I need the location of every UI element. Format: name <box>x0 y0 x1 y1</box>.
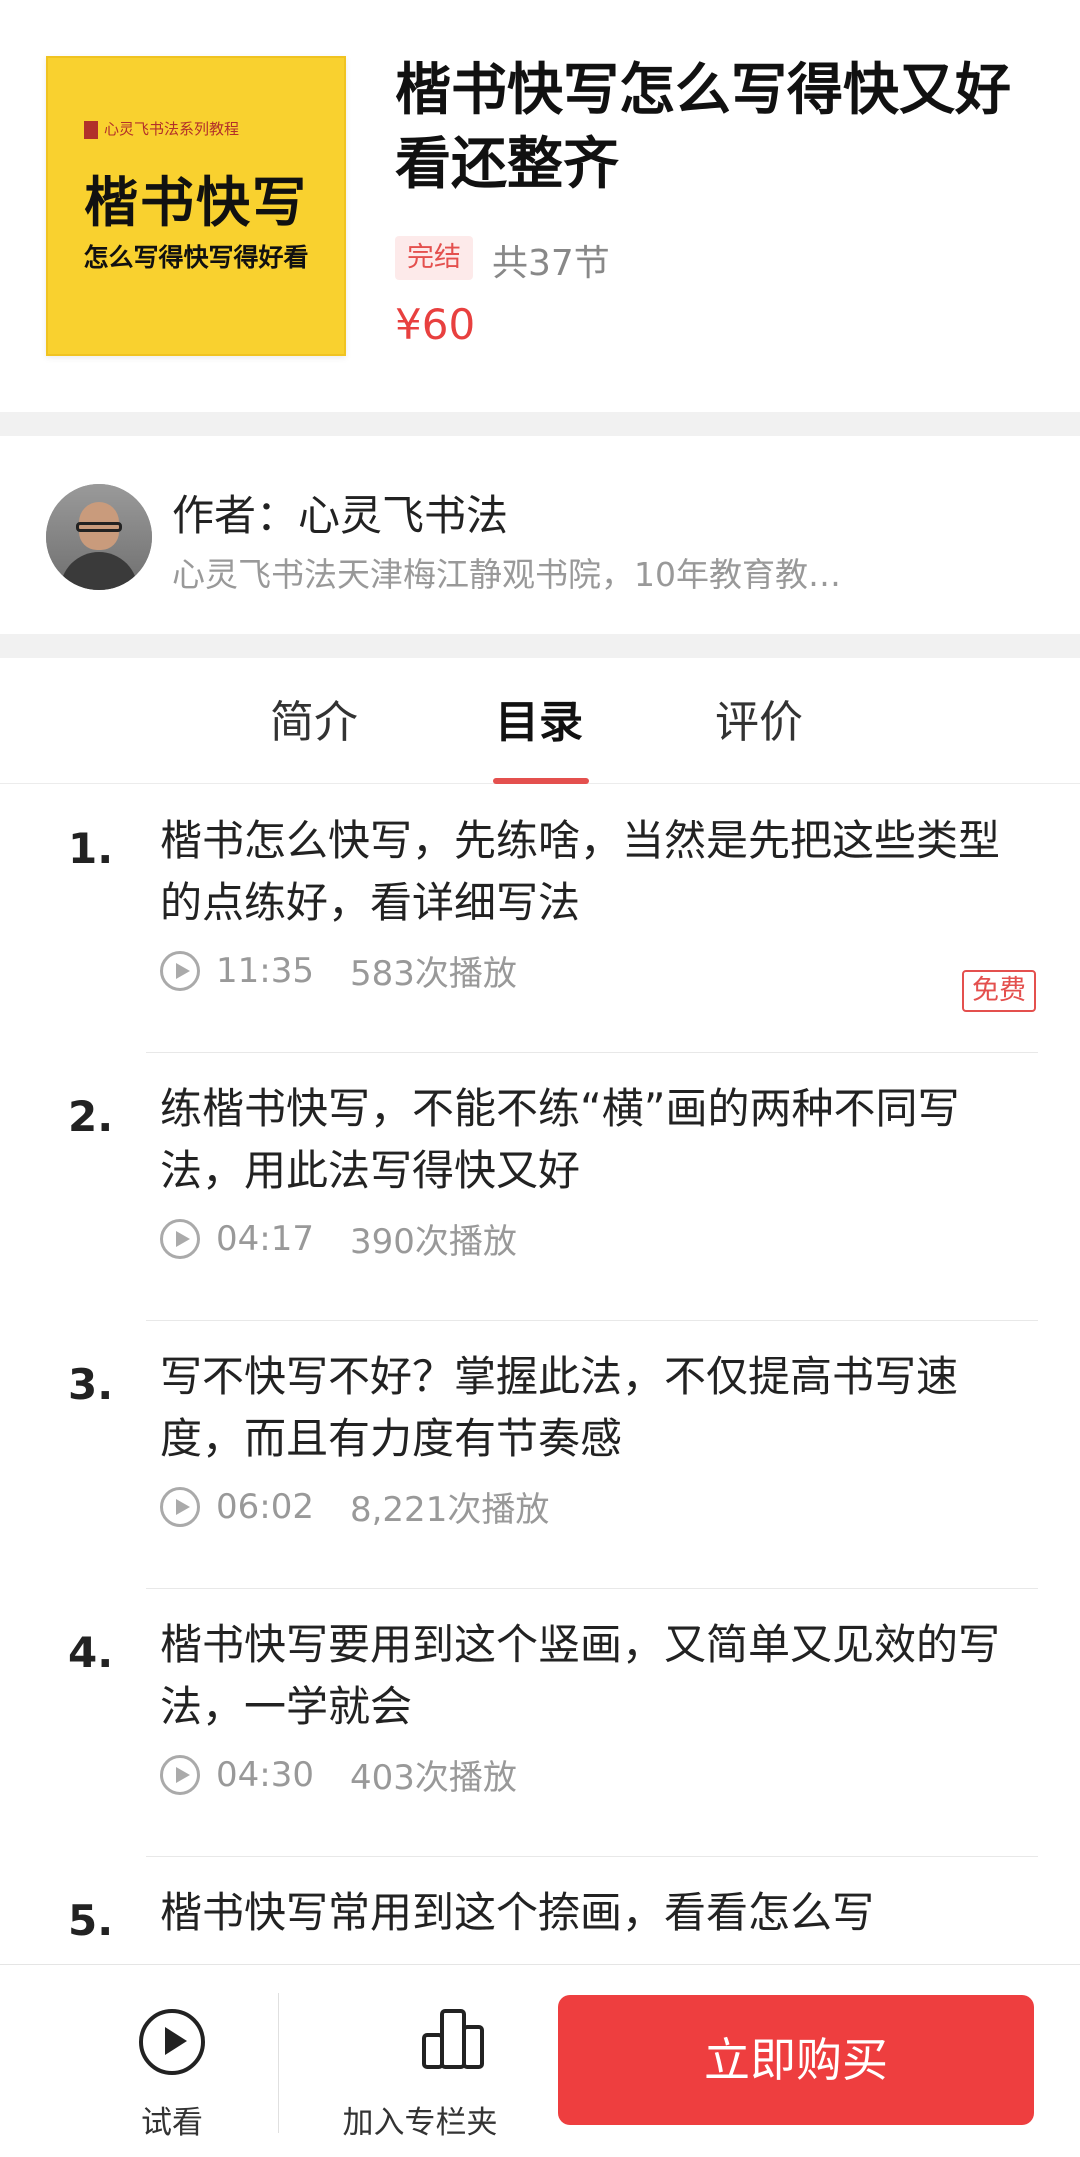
course-price: ¥60 <box>395 300 476 349</box>
status-badge: 完结 <box>395 236 473 280</box>
item-plays: 403次播放 <box>349 1758 517 1798</box>
item-number: 1. <box>68 824 114 873</box>
bottom-bar-divider <box>278 1993 279 2133</box>
play-circle-icon <box>160 950 200 991</box>
item-duration: 11:35 <box>216 950 314 991</box>
series-logo-icon <box>84 121 98 139</box>
try-watch-button[interactable]: 试看 <box>106 1965 238 2157</box>
section-divider <box>0 412 1080 436</box>
item-number: 3. <box>68 1360 114 1409</box>
play-circle-icon <box>160 1486 200 1527</box>
play-circle-icon <box>139 2009 205 2075</box>
item-meta: 11:35 583次播放 <box>160 946 517 994</box>
lesson-count: 共37节 <box>492 243 610 284</box>
item-number: 5. <box>68 1896 114 1945</box>
item-number: 4. <box>68 1628 114 1677</box>
item-duration: 06:02 <box>216 1486 314 1527</box>
cover-series: 心灵飞书法系列教程 <box>104 120 240 138</box>
tab-catalog[interactable]: 目录 <box>495 686 583 750</box>
item-meta: 06:02 8,221次播放 <box>160 1482 550 1530</box>
add-to-shelf-label: 加入专栏夹 <box>342 2105 498 2141</box>
free-badge: 免费 <box>962 970 1036 1012</box>
tab-intro[interactable]: 简介 <box>270 686 358 750</box>
section-divider <box>0 634 1080 658</box>
item-duration: 04:17 <box>216 1218 314 1259</box>
list-item[interactable]: 2. 练楷书快写，不能不练“横”画的两种不同写法，用此法写得快又好 04:17 3… <box>0 1052 1080 1320</box>
play-circle-icon <box>160 1754 200 1795</box>
list-item[interactable]: 1. 楷书怎么快写，先练啥，当然是先把这些类型的点练好，看详细写法 11:35 5… <box>0 784 1080 1052</box>
add-to-shelf-button[interactable]: 加入专栏夹 <box>310 1965 530 2157</box>
cover-subtitle: 怎么写得快写得好看 <box>83 243 309 272</box>
item-title: 楷书快写常用到这个捺画，看看怎么写 <box>160 1888 875 1937</box>
item-meta: 04:30 403次播放 <box>160 1750 517 1798</box>
item-title: 练楷书快写，不能不练“横”画的两种不同写法，用此法写得快又好 <box>160 1084 960 1195</box>
item-plays: 583次播放 <box>349 954 517 994</box>
author-card[interactable]: 作者：心灵飞书法 心灵飞书法天津梅江静观书院，10年教育教… <box>0 436 1080 634</box>
course-header: 心灵飞书法系列教程 楷书快写 怎么写得快写得好看 楷书快写怎么写得快又好看还整齐… <box>0 0 1080 412</box>
shelf-icon <box>422 2009 484 2069</box>
avatar[interactable] <box>46 484 152 590</box>
item-number: 2. <box>68 1092 114 1141</box>
item-plays: 390次播放 <box>349 1222 517 1262</box>
item-title: 楷书快写要用到这个竖画，又简单又见效的写法，一学就会 <box>160 1620 1001 1731</box>
item-duration: 04:30 <box>216 1754 314 1795</box>
item-meta: 04:17 390次播放 <box>160 1214 517 1262</box>
try-watch-label: 试看 <box>141 2105 203 2141</box>
list-item[interactable]: 4. 楷书快写要用到这个竖画，又简单又见效的写法，一学就会 04:30 403次播… <box>0 1588 1080 1856</box>
play-circle-icon <box>160 1218 200 1259</box>
buy-now-button[interactable]: 立即购买 <box>558 1995 1034 2125</box>
item-title: 写不快写不好？掌握此法，不仅提高书写速度，而且有力度有节奏感 <box>160 1352 959 1463</box>
tab-bar: 简介 目录 评价 <box>0 658 1080 784</box>
author-bio: 心灵飞书法天津梅江静观书院，10年教育教… <box>172 555 841 594</box>
tab-reviews[interactable]: 评价 <box>715 686 803 750</box>
course-title: 楷书快写怎么写得快又好看还整齐 <box>395 58 1011 197</box>
course-cover[interactable]: 心灵飞书法系列教程 楷书快写 怎么写得快写得好看 <box>46 56 346 356</box>
bottom-action-bar: 试看 加入专栏夹 立即购买 <box>0 1964 1080 2157</box>
list-item[interactable]: 5. 楷书快写常用到这个捺画，看看怎么写 <box>0 1856 1080 1964</box>
item-title: 楷书怎么快写，先练啥，当然是先把这些类型的点练好，看详细写法 <box>160 816 1001 927</box>
cover-big-title: 楷书快写 <box>84 171 308 234</box>
author-name: 作者：心灵飞书法 <box>172 491 509 540</box>
list-item[interactable]: 3. 写不快写不好？掌握此法，不仅提高书写速度，而且有力度有节奏感 06:02 8… <box>0 1320 1080 1588</box>
item-plays: 8,221次播放 <box>349 1490 550 1530</box>
